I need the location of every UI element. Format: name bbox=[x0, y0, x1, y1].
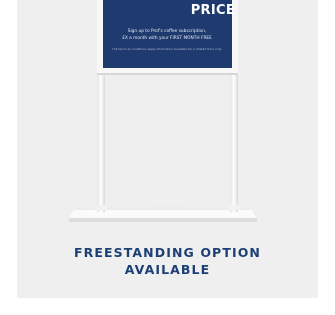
option-caption: FREESTANDING OPTION AVAILABLE bbox=[17, 244, 318, 278]
sign-text-line-1: Sign up to Prof's coffee subscription, bbox=[127, 29, 207, 34]
sign-text-line-2: £X a month with your FIRST MONTH FREE bbox=[122, 36, 212, 41]
sign-title: PRICE bbox=[190, 3, 235, 18]
caption-line-1: FREESTANDING OPTION bbox=[74, 245, 261, 260]
caption-line-2: AVAILABLE bbox=[124, 262, 211, 277]
sign-fine-print: *All terms & conditions apply. Promotion… bbox=[112, 47, 222, 51]
product-card: PRICE Sign up to Prof's coffee subscript… bbox=[17, 0, 318, 298]
